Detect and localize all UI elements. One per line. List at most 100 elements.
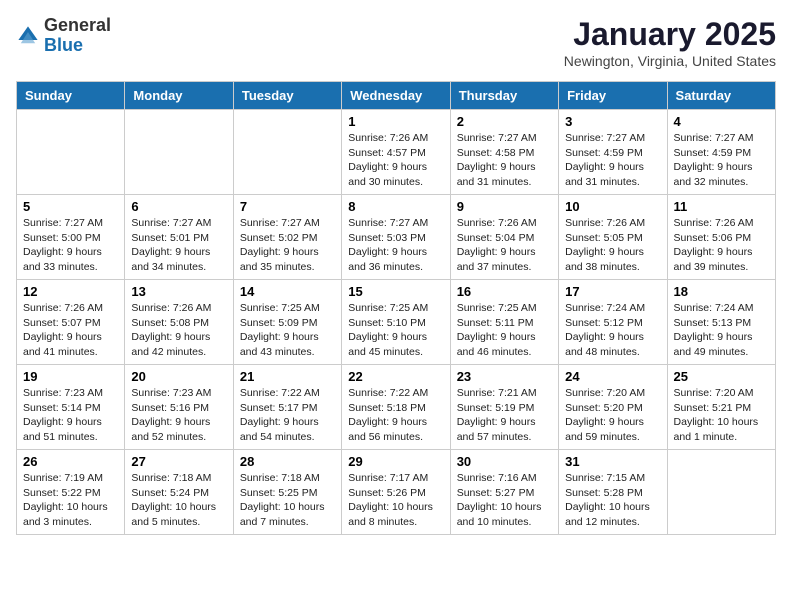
calendar-cell: 20 Sunrise: 7:23 AM Sunset: 5:16 PM Dayli…	[125, 365, 233, 450]
day-info: Sunrise: 7:19 AM Sunset: 5:22 PM Dayligh…	[23, 471, 118, 530]
weekday-header: Monday	[125, 82, 233, 110]
title-block: January 2025 Newington, Virginia, United…	[564, 16, 776, 69]
day-number: 23	[457, 369, 552, 384]
calendar-cell	[233, 110, 341, 195]
weekday-header-row: SundayMondayTuesdayWednesdayThursdayFrid…	[17, 82, 776, 110]
calendar-cell: 7Sunrise: 7:27 AM Sunset: 5:02 PM Daylig…	[233, 195, 341, 280]
day-info: Sunrise: 7:20 AM Sunset: 5:20 PM Dayligh…	[565, 386, 660, 445]
day-number: 8	[348, 199, 443, 214]
day-info: Sunrise: 7:23 AM Sunset: 5:14 PM Dayligh…	[23, 386, 118, 445]
calendar-cell: 10 Sunrise: 7:26 AM Sunset: 5:05 PM Dayli…	[559, 195, 667, 280]
calendar-cell: 15 Sunrise: 7:25 AM Sunset: 5:10 PM Dayli…	[342, 280, 450, 365]
weekday-header: Saturday	[667, 82, 775, 110]
calendar-cell: 30 Sunrise: 7:16 AM Sunset: 5:27 PM Dayli…	[450, 450, 558, 535]
day-number: 10	[565, 199, 660, 214]
calendar-cell: 6 Sunrise: 7:27 AM Sunset: 5:01 PM Daylig…	[125, 195, 233, 280]
day-number: 20	[131, 369, 226, 384]
day-number: 18	[674, 284, 769, 299]
day-info: Sunrise: 7:16 AM Sunset: 5:27 PM Dayligh…	[457, 471, 552, 530]
day-info: Sunrise: 7:26 AM Sunset: 5:05 PM Dayligh…	[565, 216, 660, 275]
day-number: 19	[23, 369, 118, 384]
calendar-cell: 3 Sunrise: 7:27 AM Sunset: 4:59 PM Daylig…	[559, 110, 667, 195]
logo: General Blue	[16, 16, 111, 56]
day-info: Sunrise: 7:26 AM Sunset: 5:04 PM Dayligh…	[457, 216, 552, 275]
day-info: Sunrise: 7:24 AM Sunset: 5:13 PM Dayligh…	[674, 301, 769, 360]
day-info: Sunrise: 7:17 AM Sunset: 5:26 PM Dayligh…	[348, 471, 443, 530]
calendar-cell: 9 Sunrise: 7:26 AM Sunset: 5:04 PM Daylig…	[450, 195, 558, 280]
day-number: 24	[565, 369, 660, 384]
location-subtitle: Newington, Virginia, United States	[564, 53, 776, 69]
day-info: Sunrise: 7:25 AM Sunset: 5:11 PM Dayligh…	[457, 301, 552, 360]
calendar-cell: 28 Sunrise: 7:18 AM Sunset: 5:25 PM Dayli…	[233, 450, 341, 535]
day-info: Sunrise: 7:18 AM Sunset: 5:25 PM Dayligh…	[240, 471, 335, 530]
calendar-cell: 18 Sunrise: 7:24 AM Sunset: 5:13 PM Dayli…	[667, 280, 775, 365]
weekday-header: Thursday	[450, 82, 558, 110]
day-info: Sunrise: 7:27 AM Sunset: 5:03 PM Dayligh…	[348, 216, 443, 275]
day-info: Sunrise: 7:27 AM Sunset: 4:59 PM Dayligh…	[565, 131, 660, 190]
calendar-cell: 31 Sunrise: 7:15 AM Sunset: 5:28 PM Dayli…	[559, 450, 667, 535]
day-info: Sunrise: 7:15 AM Sunset: 5:28 PM Dayligh…	[565, 471, 660, 530]
calendar-cell: 29 Sunrise: 7:17 AM Sunset: 5:26 PM Dayli…	[342, 450, 450, 535]
day-info: Sunrise: 7:25 AM Sunset: 5:10 PM Dayligh…	[348, 301, 443, 360]
week-row: 12 Sunrise: 7:26 AM Sunset: 5:07 PM Dayli…	[17, 280, 776, 365]
day-info: Sunrise: 7:26 AM Sunset: 5:07 PM Dayligh…	[23, 301, 118, 360]
day-info: Sunrise: 7:26 AM Sunset: 5:06 PM Dayligh…	[674, 216, 769, 275]
day-info: Sunrise: 7:27 AM Sunset: 5:01 PM Dayligh…	[131, 216, 226, 275]
logo-blue-text: Blue	[44, 35, 83, 55]
day-number: 26	[23, 454, 118, 469]
day-info: Sunrise: 7:27 AM Sunset: 5:00 PM Dayligh…	[23, 216, 118, 275]
calendar-cell: 14 Sunrise: 7:25 AM Sunset: 5:09 PM Dayli…	[233, 280, 341, 365]
day-number: 1	[348, 114, 443, 129]
day-number: 28	[240, 454, 335, 469]
calendar-cell: 23 Sunrise: 7:21 AM Sunset: 5:19 PM Dayli…	[450, 365, 558, 450]
calendar-cell: 25 Sunrise: 7:20 AM Sunset: 5:21 PM Dayli…	[667, 365, 775, 450]
logo-icon	[16, 24, 40, 48]
calendar-cell: 4 Sunrise: 7:27 AM Sunset: 4:59 PM Daylig…	[667, 110, 775, 195]
day-info: Sunrise: 7:27 AM Sunset: 4:59 PM Dayligh…	[674, 131, 769, 190]
week-row: 5 Sunrise: 7:27 AM Sunset: 5:00 PM Daylig…	[17, 195, 776, 280]
month-title: January 2025	[564, 16, 776, 53]
calendar-cell: 5 Sunrise: 7:27 AM Sunset: 5:00 PM Daylig…	[17, 195, 125, 280]
calendar-cell	[667, 450, 775, 535]
day-info: Sunrise: 7:26 AM Sunset: 4:57 PM Dayligh…	[348, 131, 443, 190]
weekday-header: Wednesday	[342, 82, 450, 110]
day-info: Sunrise: 7:24 AM Sunset: 5:12 PM Dayligh…	[565, 301, 660, 360]
day-info: Sunrise: 7:25 AM Sunset: 5:09 PM Dayligh…	[240, 301, 335, 360]
day-info: Sunrise: 7:18 AM Sunset: 5:24 PM Dayligh…	[131, 471, 226, 530]
weekday-header: Tuesday	[233, 82, 341, 110]
calendar-cell: 11 Sunrise: 7:26 AM Sunset: 5:06 PM Dayli…	[667, 195, 775, 280]
day-number: 30	[457, 454, 552, 469]
logo-general-text: General	[44, 15, 111, 35]
calendar-cell: 12 Sunrise: 7:26 AM Sunset: 5:07 PM Dayli…	[17, 280, 125, 365]
day-number: 6	[131, 199, 226, 214]
day-number: 11	[674, 199, 769, 214]
day-number: 9	[457, 199, 552, 214]
calendar-cell: 17Sunrise: 7:24 AM Sunset: 5:12 PM Dayli…	[559, 280, 667, 365]
day-number: 29	[348, 454, 443, 469]
calendar-cell: 19 Sunrise: 7:23 AM Sunset: 5:14 PM Dayli…	[17, 365, 125, 450]
day-info: Sunrise: 7:23 AM Sunset: 5:16 PM Dayligh…	[131, 386, 226, 445]
page-header: General Blue January 2025 Newington, Vir…	[16, 16, 776, 69]
day-number: 4	[674, 114, 769, 129]
calendar-cell: 24 Sunrise: 7:20 AM Sunset: 5:20 PM Dayli…	[559, 365, 667, 450]
week-row: 1 Sunrise: 7:26 AM Sunset: 4:57 PM Daylig…	[17, 110, 776, 195]
calendar-cell: 22Sunrise: 7:22 AM Sunset: 5:18 PM Dayli…	[342, 365, 450, 450]
day-number: 12	[23, 284, 118, 299]
day-number: 14	[240, 284, 335, 299]
day-info: Sunrise: 7:22 AM Sunset: 5:18 PM Dayligh…	[348, 386, 443, 445]
day-number: 15	[348, 284, 443, 299]
day-number: 25	[674, 369, 769, 384]
day-number: 27	[131, 454, 226, 469]
week-row: 19 Sunrise: 7:23 AM Sunset: 5:14 PM Dayli…	[17, 365, 776, 450]
day-number: 5	[23, 199, 118, 214]
day-number: 3	[565, 114, 660, 129]
calendar-cell: 1 Sunrise: 7:26 AM Sunset: 4:57 PM Daylig…	[342, 110, 450, 195]
day-info: Sunrise: 7:20 AM Sunset: 5:21 PM Dayligh…	[674, 386, 769, 445]
day-number: 31	[565, 454, 660, 469]
calendar-cell: 8 Sunrise: 7:27 AM Sunset: 5:03 PM Daylig…	[342, 195, 450, 280]
calendar-cell	[17, 110, 125, 195]
day-info: Sunrise: 7:27 AM Sunset: 4:58 PM Dayligh…	[457, 131, 552, 190]
day-info: Sunrise: 7:27 AM Sunset: 5:02 PM Dayligh…	[240, 216, 335, 275]
day-number: 13	[131, 284, 226, 299]
day-info: Sunrise: 7:21 AM Sunset: 5:19 PM Dayligh…	[457, 386, 552, 445]
